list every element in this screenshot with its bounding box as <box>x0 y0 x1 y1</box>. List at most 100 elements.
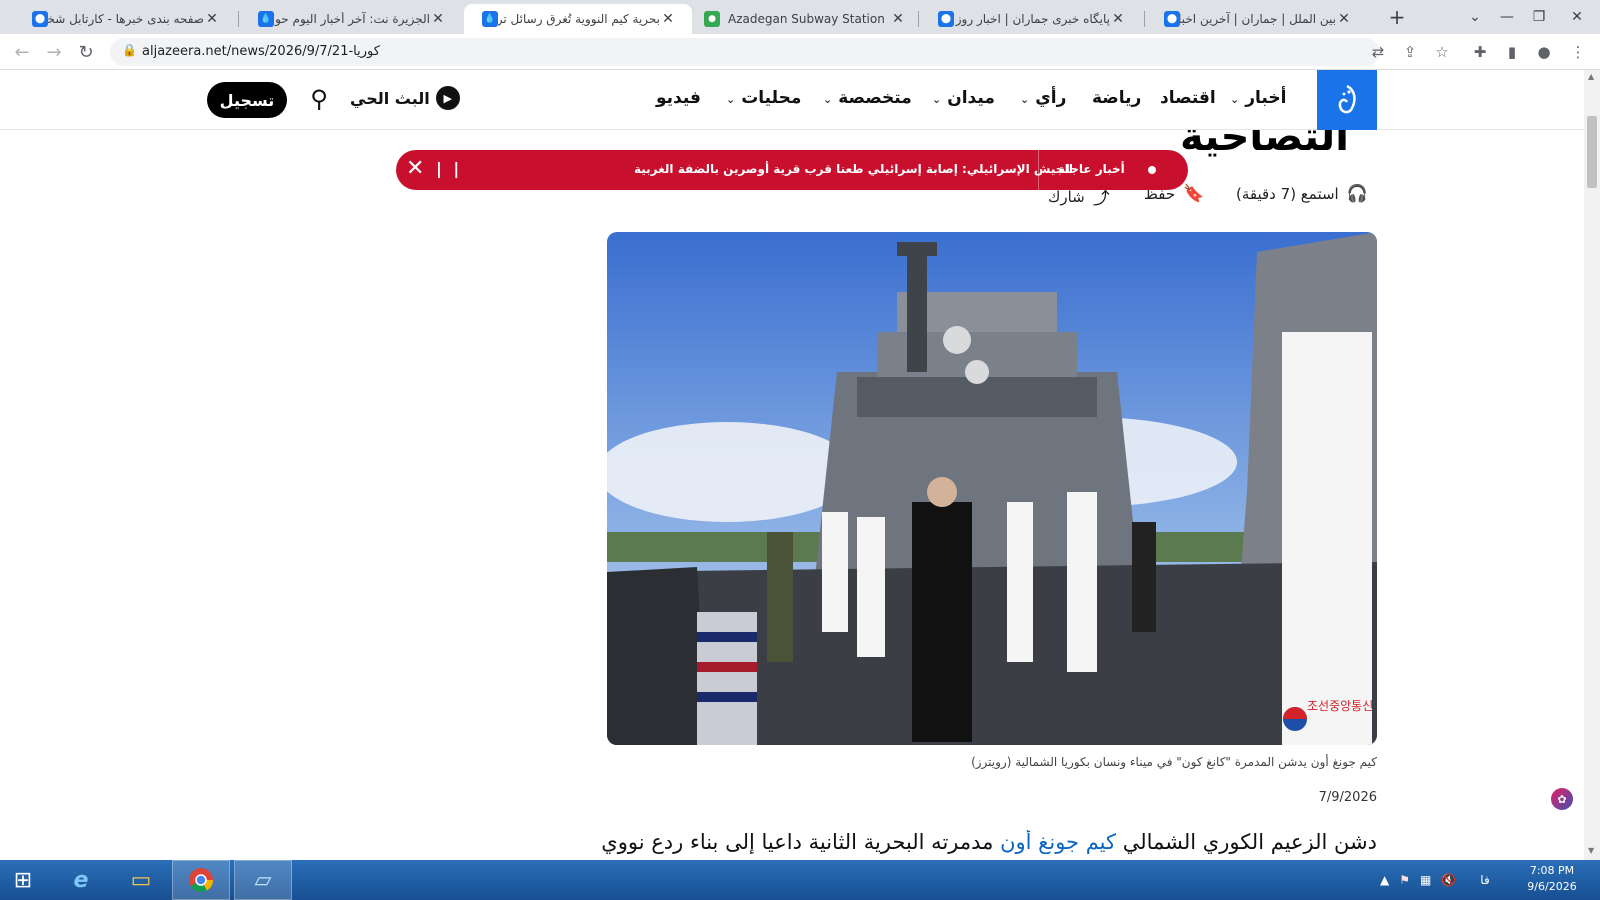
url-text[interactable]: aljazeera.net/news/2026/9/7/21-كوريا <box>142 44 380 59</box>
profile-avatar-icon[interactable]: ● <box>1530 38 1558 66</box>
side-panel-icon[interactable]: ▮ <box>1498 38 1526 66</box>
back-arrow-icon[interactable]: ← <box>8 38 36 66</box>
chevron-down-icon: ⌄ <box>932 93 942 106</box>
share-label: شارك <box>1048 187 1085 206</box>
plus-icon: + <box>1388 5 1406 29</box>
forward-arrow-icon[interactable]: → <box>40 38 68 66</box>
maps-pin-favicon-icon: ● <box>704 11 720 27</box>
kebab-menu-icon[interactable]: ⋮ <box>1564 38 1592 66</box>
scroll-up-icon[interactable]: ▲ <box>1588 72 1594 81</box>
address-bar[interactable]: 🔒 aljazeera.net/news/2026/9/7/21-كوريا <box>110 38 1380 66</box>
browser-tab-strip: ✕ صفحه بندی خبرها - کارتابل شخص ⬤ ✕ الجز… <box>0 0 1600 34</box>
register-button[interactable]: تسجيل <box>207 82 287 118</box>
tab-title: بحرية كيم النووية تُغرق رسائل تر <box>498 12 660 26</box>
close-tab-icon[interactable]: ✕ <box>430 11 446 27</box>
close-tab-icon[interactable]: ✕ <box>660 11 676 27</box>
close-tab-icon[interactable]: ✕ <box>1336 11 1352 27</box>
article-hero-image[interactable]: 조선중앙통신 <box>607 232 1377 745</box>
close-icon[interactable]: ✕ <box>406 156 424 181</box>
tab-title: بین الملل | جماران | آخرین اخبار ا <box>1180 12 1336 26</box>
nav-ray[interactable]: رأي ⌄ <box>1020 88 1066 108</box>
browser-tab-active[interactable]: ✕ بحرية كيم النووية تُغرق رسائل تر 💧 <box>464 4 692 34</box>
headphones-icon: 🎧 <box>1346 184 1368 204</box>
start-button-icon[interactable]: ⊞ <box>0 860 46 900</box>
live-stream-button[interactable]: ▶ البث الحي <box>350 86 460 110</box>
browser-tab[interactable]: ✕ پایگاه خبری جماران | اخبار روز ایرا ⬤ <box>920 4 1142 34</box>
network-icon[interactable]: ▦ <box>1420 873 1431 887</box>
app-window-icon[interactable]: ▱ <box>234 860 292 900</box>
action-center-flag-icon[interactable]: ⚑ <box>1399 873 1410 887</box>
translate-icon[interactable]: ⇄ <box>1364 38 1392 66</box>
language-indicator[interactable]: فا <box>1480 873 1489 887</box>
nav-label: أخبار <box>1245 88 1287 108</box>
share-page-icon[interactable]: ⇪ <box>1396 38 1424 66</box>
internet-explorer-icon[interactable]: e <box>52 860 110 900</box>
browser-tab[interactable]: ✕ الجزيرة نت: آخر أخبار اليوم حول ال 💧 <box>240 4 462 34</box>
ai-assistant-icon[interactable]: ✿ <box>1551 788 1573 810</box>
new-tab-button[interactable]: + <box>1380 0 1414 34</box>
close-tab-icon[interactable]: ✕ <box>890 11 906 27</box>
image-caption: كيم جونغ أون يدشن المدمرة "كانغ كون" في … <box>971 755 1377 769</box>
tray-expand-icon[interactable]: ▲ <box>1380 873 1389 887</box>
chevron-down-icon: ⌄ <box>1230 93 1240 106</box>
chevron-down-icon: ⌄ <box>726 93 736 106</box>
lock-icon[interactable]: 🔒 <box>122 43 137 57</box>
bookmark-star-icon[interactable]: ☆ <box>1428 38 1456 66</box>
reload-icon[interactable]: ↻ <box>72 38 100 66</box>
nav-label: اقتصاد <box>1160 88 1216 108</box>
browser-tab[interactable]: ✕ بین الملل | جماران | آخرین اخبار ا ⬤ <box>1146 4 1368 34</box>
person-link[interactable]: كيم جونغ أون <box>1000 830 1116 854</box>
tab-title: الجزيرة نت: آخر أخبار اليوم حول ال <box>274 12 430 26</box>
chevron-down-icon: ⌄ <box>1020 93 1030 106</box>
hero-photo: 조선중앙통신 <box>607 232 1377 745</box>
nav-riyada[interactable]: رياضة <box>1092 88 1141 108</box>
listen-label: استمع (7 دقيقة) <box>1236 185 1339 203</box>
aljazeera-logo-icon <box>1338 84 1356 114</box>
water-drop-favicon-icon: 💧 <box>258 11 274 27</box>
lead-text: دشن الزعيم الكوري الشمالي <box>1122 830 1377 854</box>
tab-title: پایگاه خبری جماران | اخبار روز ایرا <box>954 12 1110 26</box>
windows-taskbar: ⊞ e ▭ ▱ ▲ ⚑ ▦ 🔇 فا 7:08 PM 9/6/2026 <box>0 860 1600 900</box>
clock-time: 7:08 PM <box>1529 864 1575 877</box>
site-header: أخبار⌄ اقتصاد رياضة رأي⌄ ميدان⌄ متخصصة⌄ … <box>0 70 1584 130</box>
nav-iqtisad[interactable]: اقتصاد <box>1160 88 1216 108</box>
scroll-down-icon[interactable]: ▼ <box>1588 846 1594 855</box>
scroll-thumb[interactable] <box>1587 116 1597 188</box>
tab-title: صفحه بندی خبرها - کارتابل شخص <box>48 12 204 26</box>
extensions-puzzle-icon[interactable]: ✚ <box>1466 38 1494 66</box>
listen-button[interactable]: 🎧 استمع (7 دقيقة) <box>1236 184 1368 204</box>
chrome-logo-icon <box>189 868 213 893</box>
breaking-news-bar[interactable]: أخبار عاجلة الجيش الإسرائيلي: إصابة إسرا… <box>396 150 1188 190</box>
pause-icon[interactable]: | | <box>436 159 462 178</box>
breaking-text[interactable]: الجيش الإسرائيلي: إصابة إسرائيلي طعنا قر… <box>634 162 1073 176</box>
minimize-icon[interactable]: — <box>1490 0 1524 34</box>
aljazeera-favicon-icon: ⬤ <box>32 11 48 27</box>
browser-tab[interactable]: ● Azadegan Subway Station - Go ✕ <box>694 4 916 34</box>
lead-text: مدمرته البحرية الثانية داعيا إلى بناء رد… <box>601 830 994 854</box>
close-window-icon[interactable]: ✕ <box>1560 0 1594 34</box>
play-icon: ▶ <box>435 86 460 110</box>
page-scrollbar[interactable]: ▲ ▼ <box>1584 70 1600 860</box>
close-tab-icon[interactable]: ✕ <box>1110 11 1126 27</box>
taskbar-clock[interactable]: 7:08 PM 9/6/2026 <box>1512 863 1592 895</box>
aljazeera-logo[interactable] <box>1317 70 1377 130</box>
chrome-icon[interactable] <box>172 860 230 900</box>
tab-search-chevron-icon[interactable]: ⌄ <box>1458 0 1492 34</box>
nav-video[interactable]: فيديو <box>656 88 701 108</box>
live-dot-icon <box>1148 166 1156 174</box>
bookmark-icon: 🔖 <box>1183 184 1205 204</box>
nav-mutakhassisa[interactable]: متخصصة ⌄ <box>823 88 912 108</box>
nav-label: محليات <box>741 88 802 108</box>
restore-icon[interactable]: ❐ <box>1522 0 1556 34</box>
file-explorer-icon[interactable]: ▭ <box>112 860 170 900</box>
close-tab-icon[interactable]: ✕ <box>204 11 220 27</box>
nav-label: رياضة <box>1092 88 1142 108</box>
search-icon[interactable]: ⚲ <box>304 84 334 114</box>
browser-toolbar: ← → ↻ 🔒 aljazeera.net/news/2026/9/7/21-ك… <box>0 34 1600 70</box>
nav-mahalliyat[interactable]: محليات ⌄ <box>726 88 801 108</box>
volume-muted-icon[interactable]: 🔇 <box>1441 873 1456 887</box>
nav-akhbar[interactable]: أخبار ⌄ <box>1230 88 1286 108</box>
article-lead-paragraph: دشن الزعيم الكوري الشمالي كيم جونغ أون م… <box>600 830 1377 854</box>
nav-maydan[interactable]: ميدان ⌄ <box>932 88 995 108</box>
browser-tab[interactable]: ✕ صفحه بندی خبرها - کارتابل شخص ⬤ <box>14 4 236 34</box>
